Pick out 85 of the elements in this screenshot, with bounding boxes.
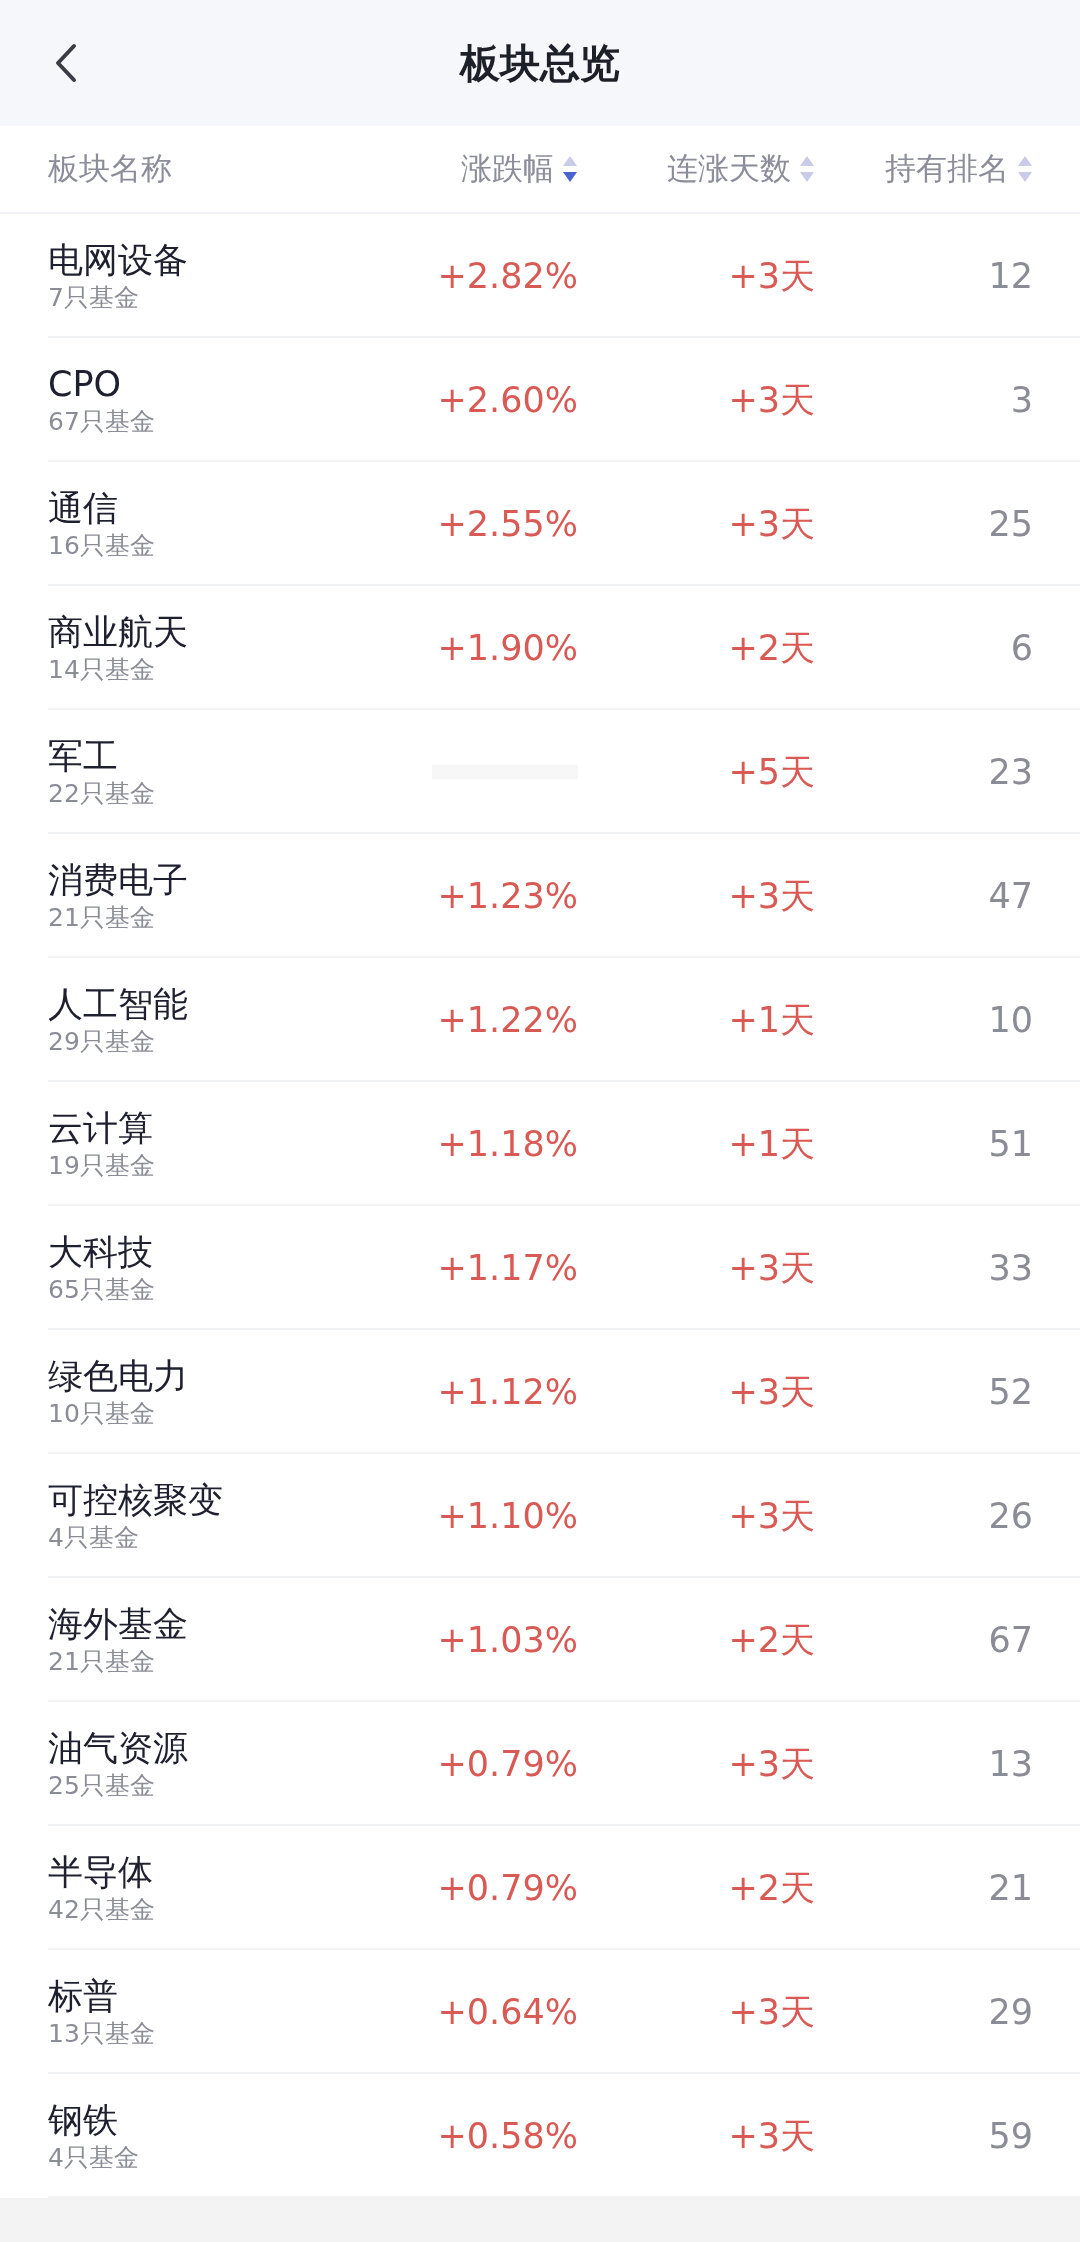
- sector-name: 通信: [48, 487, 119, 530]
- sector-name: 半导体: [48, 1851, 154, 1894]
- column-header[interactable]: 涨跌幅: [461, 148, 554, 190]
- sector-name: CPO: [48, 363, 123, 406]
- fund-count: 4只基金: [48, 1522, 140, 1554]
- holding-rank: 13: [987, 1744, 1033, 1784]
- fund-count: 14只基金: [48, 654, 156, 686]
- change-percent: +2.55%: [436, 504, 578, 544]
- holding-rank: 21: [987, 1868, 1033, 1908]
- sector-name: 人工智能: [48, 983, 189, 1026]
- change-percent: +2.82%: [436, 256, 578, 296]
- holding-rank: 29: [987, 1992, 1033, 2032]
- holding-rank: 33: [987, 1248, 1033, 1288]
- change-percent: +1.90%: [436, 628, 578, 668]
- streak-days: +3天: [578, 376, 815, 424]
- change-percent: +0.79%: [436, 1744, 578, 1784]
- back-icon[interactable]: [54, 43, 78, 83]
- streak-days: +2天: [578, 1616, 815, 1664]
- sector-name: 钢铁: [48, 2099, 119, 2142]
- page-title: 板块总览: [460, 38, 620, 88]
- column-header[interactable]: 连涨天数: [667, 148, 791, 190]
- change-percent: +1.10%: [436, 1496, 578, 1536]
- streak-days: +2天: [578, 624, 815, 672]
- streak-days: +1天: [578, 996, 815, 1044]
- holding-rank: 23: [987, 752, 1033, 792]
- streak-days: +2天: [578, 1864, 815, 1912]
- sector-name: 绿色电力: [48, 1355, 189, 1398]
- streak-days: +3天: [578, 2112, 815, 2160]
- fund-count: 19只基金: [48, 1150, 156, 1182]
- column-header[interactable]: 持有排名: [885, 148, 1009, 190]
- fund-count: 4只基金: [48, 2142, 140, 2174]
- sector-name: 可控核聚变: [48, 1479, 224, 1522]
- streak-days: +3天: [578, 1988, 815, 2036]
- holding-rank: 52: [987, 1372, 1033, 1412]
- fund-count: 16只基金: [48, 530, 156, 562]
- change-percent: +0.58%: [436, 2116, 578, 2156]
- change-percent: +1.18%: [436, 1124, 578, 1164]
- change-percent: +1.12%: [436, 1372, 578, 1412]
- fund-count: 42只基金: [48, 1894, 156, 1926]
- change-percent: +1.17%: [436, 1248, 578, 1288]
- holding-rank: 10: [987, 1000, 1033, 1040]
- fund-count: 21只基金: [48, 1646, 156, 1678]
- holding-rank: 12: [987, 256, 1033, 296]
- change-percent: +0.79%: [436, 1868, 578, 1908]
- sector-name: 大科技: [48, 1231, 154, 1274]
- sector-name: 标普: [48, 1975, 119, 2018]
- fund-count: 65只基金: [48, 1274, 156, 1306]
- change-percent: +1.23%: [436, 876, 578, 916]
- holding-rank: 25: [987, 504, 1033, 544]
- sector-name: 云计算: [48, 1107, 154, 1150]
- sector-name: 海外基金: [48, 1603, 189, 1646]
- column-header: 板块名称: [48, 149, 173, 188]
- streak-days: +3天: [578, 1492, 815, 1540]
- holding-rank: 67: [987, 1620, 1033, 1660]
- sector-name: 军工: [48, 735, 119, 778]
- holding-rank: 47: [987, 876, 1033, 916]
- streak-days: +3天: [578, 252, 815, 300]
- fund-count: 22只基金: [48, 778, 156, 810]
- holding-rank: 59: [987, 2116, 1033, 2156]
- streak-days: +3天: [578, 1244, 815, 1292]
- change-percent: +1.22%: [436, 1000, 578, 1040]
- change-percent: +0.64%: [436, 1992, 578, 2032]
- streak-days: +5天: [578, 748, 815, 796]
- fund-count: 29只基金: [48, 1026, 156, 1058]
- streak-days: +1天: [578, 1120, 815, 1168]
- fund-count: 25只基金: [48, 1770, 156, 1802]
- holding-rank: 3: [1009, 380, 1033, 420]
- sector-name: 电网设备: [48, 239, 189, 282]
- change-percent: +1.03%: [436, 1620, 578, 1660]
- sector-name: 油气资源: [48, 1727, 189, 1770]
- fund-count: 10只基金: [48, 1398, 156, 1430]
- streak-days: +3天: [578, 872, 815, 920]
- holding-rank: 6: [1009, 628, 1033, 668]
- change-percent: +2.60%: [436, 380, 578, 420]
- streak-days: +3天: [578, 1368, 815, 1416]
- streak-days: +3天: [578, 500, 815, 548]
- fund-count: 7只基金: [48, 282, 140, 314]
- holding-rank: 51: [987, 1124, 1033, 1164]
- streak-days: +3天: [578, 1740, 815, 1788]
- fund-count: 67只基金: [48, 406, 156, 438]
- fund-count: 21只基金: [48, 902, 156, 934]
- holding-rank: 26: [987, 1496, 1033, 1536]
- sector-name: 商业航天: [48, 611, 189, 654]
- sector-name: 消费电子: [48, 859, 189, 902]
- fund-count: 13只基金: [48, 2018, 156, 2050]
